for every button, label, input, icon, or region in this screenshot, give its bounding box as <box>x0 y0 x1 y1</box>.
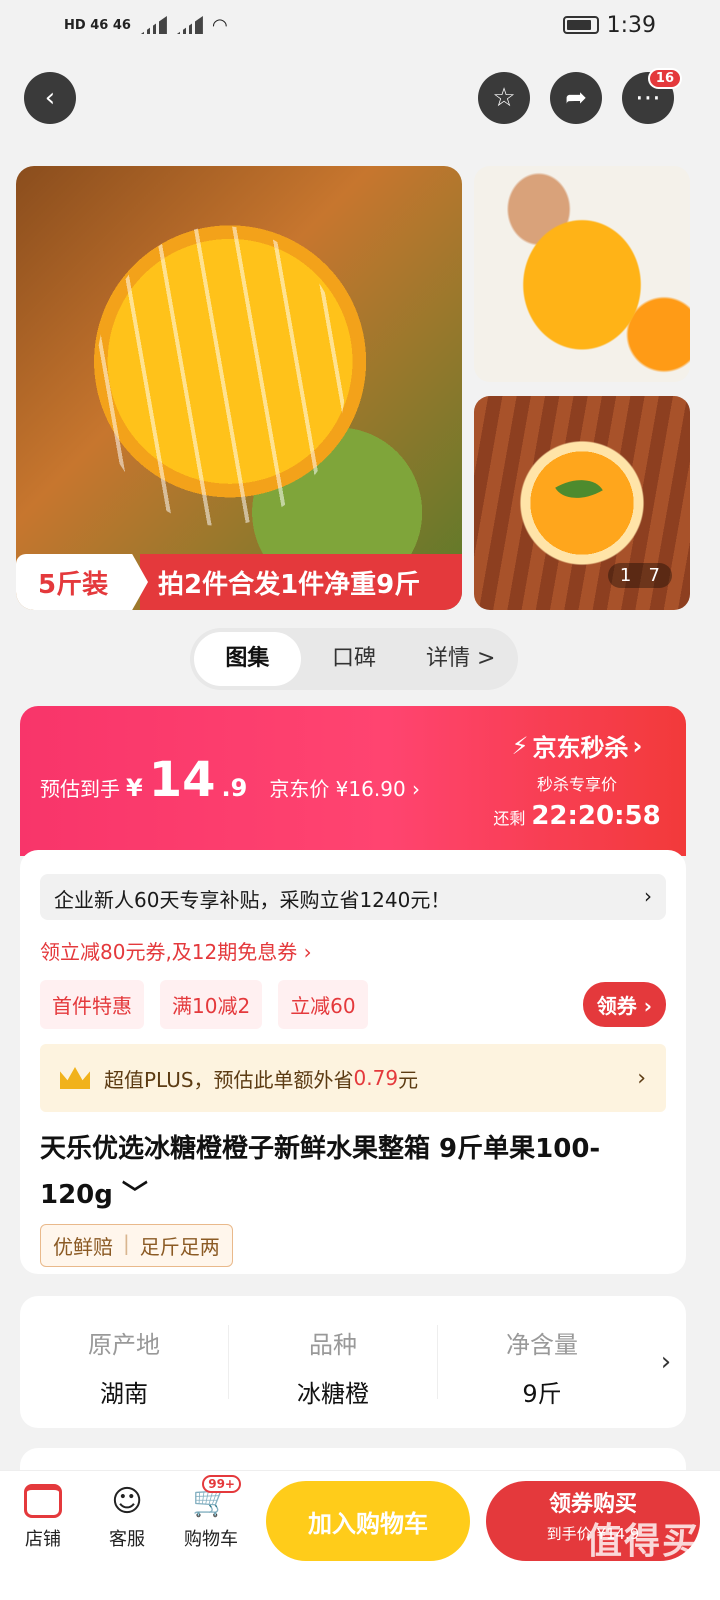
store-button[interactable]: 店铺 <box>8 1481 78 1551</box>
more-badge: 16 <box>647 68 682 89</box>
cart-label: 购物车 <box>184 1529 238 1550</box>
attribute-weight: 净含量 9斤 <box>438 1325 646 1408</box>
share-icon: ➦ <box>565 83 587 113</box>
promo-chip[interactable]: 立减60 <box>278 980 368 1029</box>
service-tag: 优鲜赔 <box>53 1235 113 1259</box>
price-decimal: .9 <box>221 774 248 802</box>
price-currency: ¥ <box>126 774 143 802</box>
attribute-origin: 原产地 湖南 <box>20 1325 229 1408</box>
customer-service-button[interactable]: ☺ 客服 <box>92 1481 162 1551</box>
promo-tag-weight: 5斤装 <box>16 554 148 610</box>
info-card: 企业新人60天专享补贴，采购立省1240元！ › 领立减80元券,及12期免息券… <box>20 850 686 1274</box>
store-label: 店铺 <box>25 1529 61 1550</box>
tab-details[interactable]: 详情 > <box>407 632 514 686</box>
business-subsidy-text: 企业新人60天专享补贴，采购立省1240元！ <box>54 888 451 912</box>
plus-amount: 0.79 <box>353 1066 399 1090</box>
chevron-right-icon: › <box>644 884 652 908</box>
chevron-right-icon: › <box>632 731 643 760</box>
promo-strip: 5斤装 拍2件合发1件净重9斤 <box>16 554 462 610</box>
attribute-variety: 品种 冰糖橙 <box>229 1325 438 1408</box>
attribute-value: 冰糖橙 <box>297 1380 369 1408</box>
share-button[interactable]: ➦ <box>550 72 602 124</box>
attribute-key: 净含量 <box>506 1331 578 1359</box>
store-icon <box>24 1484 62 1518</box>
promo-chip[interactable]: 首件特惠 <box>40 980 144 1029</box>
flash-sale-label: ⚡ 京东秒杀 › <box>482 728 672 763</box>
status-time: 1:39 <box>606 12 656 38</box>
attributes-card[interactable]: 原产地 湖南 品种 冰糖橙 净含量 9斤 › <box>20 1296 686 1428</box>
status-left-icons: HD 46 46 ◠ <box>64 15 227 36</box>
content-tabs: 图集 口碑 详情 > <box>190 628 518 690</box>
promo-chip[interactable]: 满10减2 <box>160 980 263 1029</box>
signal-indicators: HD 46 46 <box>64 17 131 33</box>
flash-sale-sub: 秒杀专享价 <box>536 775 617 794</box>
service-tags[interactable]: 优鲜赔 | 足斤足两 <box>40 1224 233 1267</box>
promo-tag-bundle: 拍2件合发1件净重9斤 <box>140 554 462 610</box>
service-tag: 足斤足两 <box>139 1235 220 1259</box>
tag-divider: | <box>123 1231 130 1255</box>
jd-price-link[interactable]: 京东价 ¥16.90 › <box>269 773 420 802</box>
promo-chips: 首件特惠 满10减2 立减60 <box>40 980 368 1029</box>
countdown-label: 还剩 <box>493 809 526 828</box>
battery-icon <box>562 16 599 34</box>
bottom-action-bar: 店铺 ☺ 客服 🛒 99+ 购物车 加入购物车 领券购买 到手价 ¥14.9 <box>0 1470 720 1600</box>
thumbnail-1[interactable] <box>474 166 690 382</box>
buy-price: 到手价 ¥14.9 <box>546 1525 640 1543</box>
buy-label: 领券购买 <box>548 1492 637 1517</box>
chevron-left-icon: ‹ <box>44 83 56 113</box>
buy-now-button[interactable]: 领券购买 到手价 ¥14.9 <box>486 1481 700 1561</box>
store-icon-wrap <box>23 1481 63 1521</box>
cart-icon: 🛒 99+ <box>191 1475 241 1521</box>
product-title[interactable]: 天乐优选冰糖橙橙子新鲜水果整箱 9斤单果100-120g ﹀ <box>40 1126 660 1218</box>
chat-icon: ☺ <box>111 1483 143 1519</box>
attribute-key: 原产地 <box>88 1331 160 1359</box>
cart-badge: 99+ <box>202 1475 241 1493</box>
get-coupon-button[interactable]: 领券 › <box>582 982 666 1027</box>
countdown: 还剩 22:20:58 <box>482 801 672 831</box>
plus-unit: 元 <box>398 1067 419 1092</box>
signal-icon <box>140 16 167 34</box>
top-nav: ‹ ☆ ➦ ⋯ 16 <box>24 68 696 124</box>
leaf-decoration <box>555 467 603 511</box>
orange-segments <box>96 226 346 526</box>
chevron-right-icon: › <box>637 1065 646 1091</box>
thumbnail-2[interactable]: 1 7 <box>474 396 690 610</box>
plus-text: 超值PLUS，预估此单额外省 <box>104 1067 354 1092</box>
price-block: 预估到手 ¥ 14 .9 京东价 ¥16.90 › <box>40 752 420 808</box>
status-right: 1:39 <box>562 12 656 38</box>
main-product-image[interactable]: 5斤装 拍2件合发1件净重9斤 <box>16 166 462 610</box>
price-prefix: 预估到手 <box>40 777 120 801</box>
chevron-right-icon: › <box>660 1347 672 1377</box>
more-button[interactable]: ⋯ 16 <box>622 68 682 124</box>
countdown-time: 22:20:58 <box>531 801 661 831</box>
plus-banner[interactable]: 超值PLUS，预估此单额外省 0.79 元 › <box>40 1044 666 1112</box>
attribute-value: 9斤 <box>522 1380 562 1408</box>
star-icon: ☆ <box>492 83 516 113</box>
signal-icon-2 <box>176 16 203 34</box>
attribute-key: 品种 <box>309 1331 357 1359</box>
status-bar: HD 46 46 ◠ 1:39 <box>0 0 720 50</box>
back-button[interactable]: ‹ <box>24 72 76 124</box>
cart-button[interactable]: 🛒 99+ 购物车 <box>176 1475 246 1551</box>
lightning-icon: ⚡ <box>511 731 529 760</box>
service-label: 客服 <box>109 1529 145 1550</box>
tab-reviews[interactable]: 口碑 <box>301 632 408 686</box>
business-subsidy-banner[interactable]: 企业新人60天专享补贴，采购立省1240元！ › <box>40 874 666 920</box>
image-counter: 1 7 <box>607 563 672 588</box>
price-card: 预估到手 ¥ 14 .9 京东价 ¥16.90 › ⚡ 京东秒杀 › 秒杀专享价… <box>20 706 686 856</box>
add-to-cart-button[interactable]: 加入购物车 <box>266 1481 470 1561</box>
wifi-icon: ◠ <box>212 14 227 36</box>
flash-sale-title: 京东秒杀 <box>532 734 629 762</box>
favorite-button[interactable]: ☆ <box>478 72 530 124</box>
crown-icon <box>60 1067 90 1089</box>
counter-current: 1 <box>619 565 632 586</box>
attribute-value: 湖南 <box>100 1380 148 1408</box>
tab-gallery[interactable]: 图集 <box>194 632 301 686</box>
counter-total: 7 <box>648 565 660 586</box>
flash-sale-block[interactable]: ⚡ 京东秒杀 › 秒杀专享价 还剩 22:20:58 <box>482 728 672 832</box>
price-integer: 14 <box>148 752 216 808</box>
coupon-link[interactable]: 领立减80元券,及12期免息券 › <box>40 936 312 965</box>
